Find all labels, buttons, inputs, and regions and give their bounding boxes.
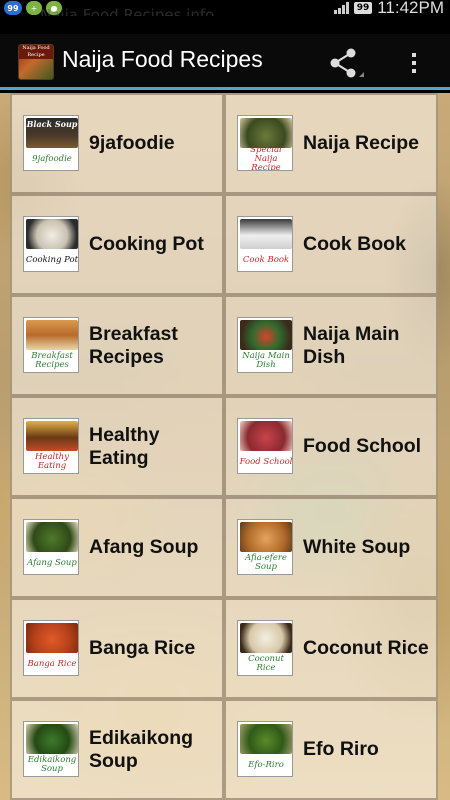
category-thumbnail: Breakfast Recipes (23, 317, 79, 373)
naija-recipe-photo (240, 118, 292, 148)
cook-book-photo (240, 219, 292, 249)
category-thumbnail: Food School (237, 418, 293, 474)
category-tile[interactable]: Food School Food School (224, 396, 438, 497)
thumbnail-caption: Naija Main Dish (242, 351, 290, 370)
category-tile[interactable]: Breakfast Recipes Breakfast Recipes (10, 295, 224, 396)
status-bar: 99 + ● Naija Food Recipes info 99 11:42P… (0, 0, 450, 17)
notification-ticker-text: Naija Food Recipes info (40, 6, 215, 16)
category-label: Cook Book (303, 233, 406, 255)
thumbnail-caption: Special Naija Recipe (250, 144, 282, 171)
category-label: 9jafoodie (89, 132, 175, 154)
share-icon (330, 48, 364, 78)
category-tile[interactable]: Naija Main Dish Naija Main Dish (224, 295, 438, 396)
cooking-pot-photo (26, 219, 78, 249)
category-label: Coconut Rice (303, 637, 429, 659)
category-label: Edikaikong Soup (89, 726, 194, 772)
overflow-menu-button[interactable] (402, 46, 426, 80)
category-thumbnail: Naija Main Dish (237, 317, 293, 373)
signal-icon (333, 2, 349, 14)
thumbnail-caption: Efo-Riro (248, 759, 284, 770)
category-tile[interactable]: Banga Rice Banga Rice (10, 598, 224, 699)
overflow-dot (412, 69, 416, 73)
category-thumbnail: Special Naija Recipe (237, 115, 293, 171)
category-tile[interactable]: Special Naija Recipe Naija Recipe (224, 93, 438, 194)
category-tile[interactable]: Efo-Riro Efo Riro (224, 699, 438, 800)
afang-photo (26, 522, 78, 552)
category-thumbnail: Cooking Pot (23, 216, 79, 272)
thumbnail-caption: Edikaikong Soup (27, 755, 77, 774)
category-label: Naija Main Dish (303, 322, 400, 368)
category-grid-background: Black Soup 9jafoodie 9jafoodie Special Naij… (0, 93, 450, 800)
category-label: Naija Recipe (303, 132, 419, 154)
thumbnail-caption: Cooking Pot (25, 254, 79, 265)
healthy-photo (26, 421, 78, 451)
system-status: 99 11:42PM (333, 0, 444, 17)
white-soup-photo (240, 522, 292, 552)
category-thumbnail: Efo-Riro (237, 721, 293, 777)
main-dish-photo (240, 320, 292, 350)
app-title: Naija Food Recipes (62, 46, 263, 72)
thumbnail-caption: Breakfast Recipes (31, 351, 73, 370)
thumbnail-caption: Coconut Rice (248, 654, 284, 673)
app-logo-text: Naija Food Recipe (19, 45, 53, 59)
category-tile[interactable]: Afang Soup Afang Soup (10, 497, 224, 598)
banga-photo (26, 623, 78, 653)
category-thumbnail: Black Soup 9jafoodie (23, 115, 79, 171)
thumbnail-caption: 9jafoodie (32, 153, 72, 164)
category-thumbnail: Banga Rice (23, 620, 79, 676)
action-bar: Naija Food Recipe Naija Food Recipes (0, 34, 450, 90)
category-tile[interactable]: Healthy Eating Healthy Eating (10, 396, 224, 497)
thumbnail-caption: Cook Book (242, 254, 290, 265)
share-button[interactable] (325, 46, 365, 80)
overflow-dot (412, 61, 416, 65)
category-thumbnail: Healthy Eating (23, 418, 79, 474)
category-label: Efo Riro (303, 738, 379, 760)
battery-icon: 99 (353, 2, 373, 14)
thumbnail-heading: Black Soup (26, 119, 78, 129)
category-label: White Soup (303, 536, 411, 558)
category-label: Banga Rice (89, 637, 196, 659)
category-thumbnail: Afang Soup (23, 519, 79, 575)
category-thumbnail: Edikaikong Soup (23, 721, 79, 777)
category-label: Cooking Pot (89, 233, 204, 255)
category-tile[interactable]: Black Soup 9jafoodie 9jafoodie (10, 93, 224, 194)
overflow-dot (412, 53, 416, 57)
thumbnail-caption: Afia-efere Soup (245, 553, 287, 572)
notification-count-badge: 99 (4, 1, 22, 15)
category-label: Breakfast Recipes (89, 322, 178, 368)
category-tile[interactable]: Edikaikong Soup Edikaikong Soup (10, 699, 224, 800)
thumbnail-caption: Healthy Eating (35, 452, 69, 471)
thumbnail-caption: Afang Soup (27, 557, 77, 568)
category-label: Afang Soup (89, 536, 199, 558)
edikaikong-photo (26, 724, 78, 754)
category-thumbnail: Cook Book (237, 216, 293, 272)
thumbnail-caption: Banga Rice (27, 658, 77, 669)
category-label: Healthy Eating (89, 423, 160, 469)
category-tile[interactable]: Afia-efere Soup White Soup (224, 497, 438, 598)
category-tile[interactable]: Cooking Pot Cooking Pot (10, 194, 224, 295)
category-tile[interactable]: Cook Book Cook Book (224, 194, 438, 295)
category-thumbnail: Coconut Rice (237, 620, 293, 676)
breakfast-photo (26, 320, 78, 350)
category-label: Food School (303, 435, 422, 457)
coconut-photo (240, 623, 292, 653)
category-grid: Black Soup 9jafoodie 9jafoodie Special Naij… (10, 93, 438, 800)
clock: 11:42PM (377, 0, 444, 17)
category-thumbnail: Afia-efere Soup (237, 519, 293, 575)
category-tile[interactable]: Coconut Rice Coconut Rice (224, 598, 438, 699)
app-logo[interactable]: Naija Food Recipe (18, 44, 54, 80)
thumbnail-caption: Food School (239, 456, 293, 467)
efo-riro-photo (240, 724, 292, 754)
food-school-photo (240, 421, 292, 451)
